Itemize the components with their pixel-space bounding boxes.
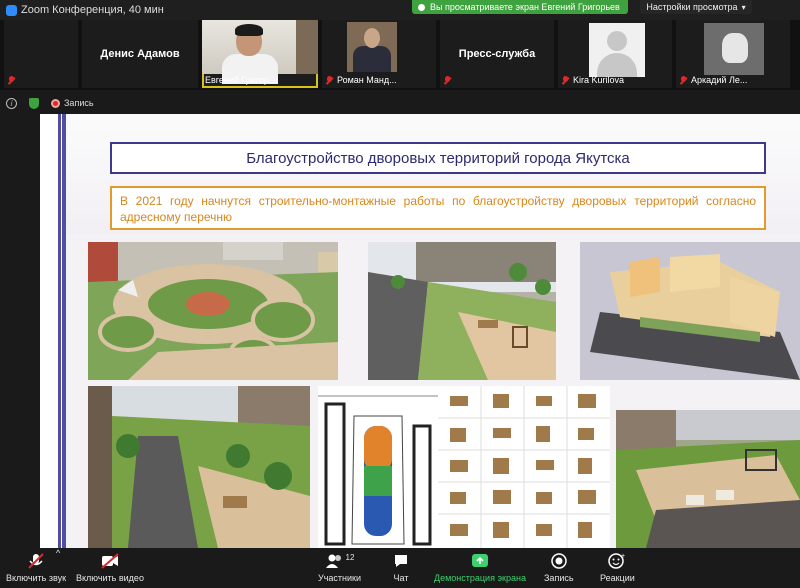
participants-icon: 12	[325, 552, 355, 570]
reactions-label: Реакции	[600, 573, 635, 583]
record-indicator-icon	[51, 98, 60, 108]
info-icon[interactable]: i	[6, 97, 17, 109]
participant-label: Евгений Григор...	[205, 75, 276, 85]
participant-name: Денис Адамов	[100, 48, 180, 60]
site-plan-image	[318, 386, 438, 548]
mic-muted-icon	[8, 76, 15, 85]
chevron-up-icon: ^	[56, 548, 61, 558]
mic-muted-icon	[444, 76, 451, 85]
participant-avatar	[347, 22, 397, 72]
participant-avatar	[589, 23, 645, 77]
playground-render-image	[368, 242, 556, 380]
unmute-label: Включить звук	[6, 573, 67, 583]
video-person-hair	[235, 24, 263, 36]
record-icon	[551, 552, 567, 570]
start-video-button[interactable]: Включить видео	[76, 552, 144, 583]
presentation-slide: Благоустройство дворовых территорий горо…	[40, 114, 800, 548]
shared-screen: Благоустройство дворовых территорий горо…	[0, 114, 800, 548]
site-plan-drawing	[318, 386, 438, 548]
view-options-label: Настройки просмотра	[646, 2, 738, 12]
record-label: Запись	[544, 573, 574, 583]
video-background	[296, 20, 318, 74]
slide-title: Благоустройство дворовых территорий горо…	[110, 142, 766, 174]
record-button[interactable]: Запись	[544, 552, 574, 583]
chevron-down-icon: ▾	[741, 2, 746, 12]
slide-decor-bar	[40, 114, 66, 548]
participant-tile[interactable]: Kira Kurilova	[558, 20, 672, 88]
chat-label: Чат	[393, 573, 409, 583]
participant-name: Аркадий Ле...	[691, 75, 748, 85]
meeting-toolbar: Включить звук ^ Включить видео 12 Участн…	[0, 548, 800, 588]
participants-button[interactable]: 12 Участники	[318, 552, 361, 584]
reactions-button[interactable]: + Реакции	[600, 552, 635, 583]
audio-options-caret[interactable]: ^	[56, 548, 60, 558]
slide-subtitle-text: В 2021 году начнутся строительно-монтажн…	[120, 194, 756, 224]
chat-icon	[393, 552, 409, 570]
aerial-building-render-art	[580, 242, 800, 380]
share-screen-button[interactable]: Демонстрация экрана	[434, 552, 526, 583]
emoji-reaction-icon: +	[608, 552, 626, 570]
screen-share-banner: Вы просматриваете экран Евгений Григорье…	[412, 0, 628, 14]
equipment-catalog-art	[438, 386, 610, 548]
participant-label	[8, 76, 19, 85]
mic-muted-icon	[680, 75, 687, 85]
mic-muted-icon	[326, 75, 333, 85]
meeting-info-bar: i Запись	[0, 92, 800, 114]
outdoor-area-render-image	[616, 410, 800, 548]
playground-render-art	[368, 242, 556, 380]
participant-tile-active-speaker[interactable]: Евгений Григор...	[202, 20, 318, 88]
participant-tile[interactable]: Роман Манд...	[322, 20, 436, 88]
window-title: Zoom Конференция, 40 мин	[21, 4, 164, 16]
slide-title-text: Благоустройство дворовых территорий горо…	[246, 149, 630, 167]
participants-label: Участники	[318, 573, 361, 583]
participant-video	[202, 20, 318, 84]
equipment-catalog-image	[438, 386, 610, 548]
outdoor-area-render-art	[616, 410, 800, 548]
participant-tile[interactable]: Денис Адамов	[82, 20, 198, 88]
participant-tile[interactable]: Пресс-служба	[440, 20, 554, 88]
participant-name: Роман Манд...	[337, 75, 397, 85]
participants-count-badge: 12	[345, 552, 355, 562]
recording-label: Запись	[64, 98, 94, 108]
participant-name: Пресс-служба	[458, 48, 536, 60]
participant-avatar	[704, 23, 764, 75]
shield-icon[interactable]	[29, 97, 39, 109]
participant-label	[444, 76, 455, 85]
participant-label: Kira Kurilova	[562, 75, 624, 85]
slide-subtitle: В 2021 году начнутся строительно-монтажн…	[110, 186, 766, 230]
participant-label: Аркадий Ле...	[680, 75, 747, 85]
view-options-button[interactable]: Настройки просмотра ▾	[640, 0, 752, 14]
chat-button[interactable]: Чат	[393, 552, 409, 583]
share-screen-icon	[471, 552, 489, 570]
mic-muted-icon	[27, 552, 45, 570]
courtyard-render-art	[88, 242, 338, 380]
courtyard-render-image	[88, 242, 338, 380]
share-indicator-icon	[418, 3, 425, 11]
share-banner-text: Вы просматриваете экран Евгений Григорье…	[430, 2, 620, 12]
participant-tile[interactable]: Аркадий Ле...	[676, 20, 790, 88]
street-render-art	[88, 386, 310, 548]
svg-text:+: +	[621, 553, 625, 560]
aerial-building-render-image	[580, 242, 800, 380]
participant-tile[interactable]	[4, 20, 78, 88]
camera-off-icon	[100, 552, 120, 570]
mic-muted-icon	[562, 75, 569, 85]
participant-strip: Денис Адамов Евгений Григор... Роман Ман…	[0, 20, 800, 90]
participant-label: Роман Манд...	[326, 75, 397, 85]
start-video-label: Включить видео	[76, 573, 144, 583]
street-render-image	[88, 386, 310, 548]
participant-name: Евгений Григор...	[205, 75, 277, 85]
zoom-app-icon	[6, 4, 17, 16]
share-screen-label: Демонстрация экрана	[434, 573, 526, 583]
participant-name: Kira Kurilova	[573, 75, 625, 85]
